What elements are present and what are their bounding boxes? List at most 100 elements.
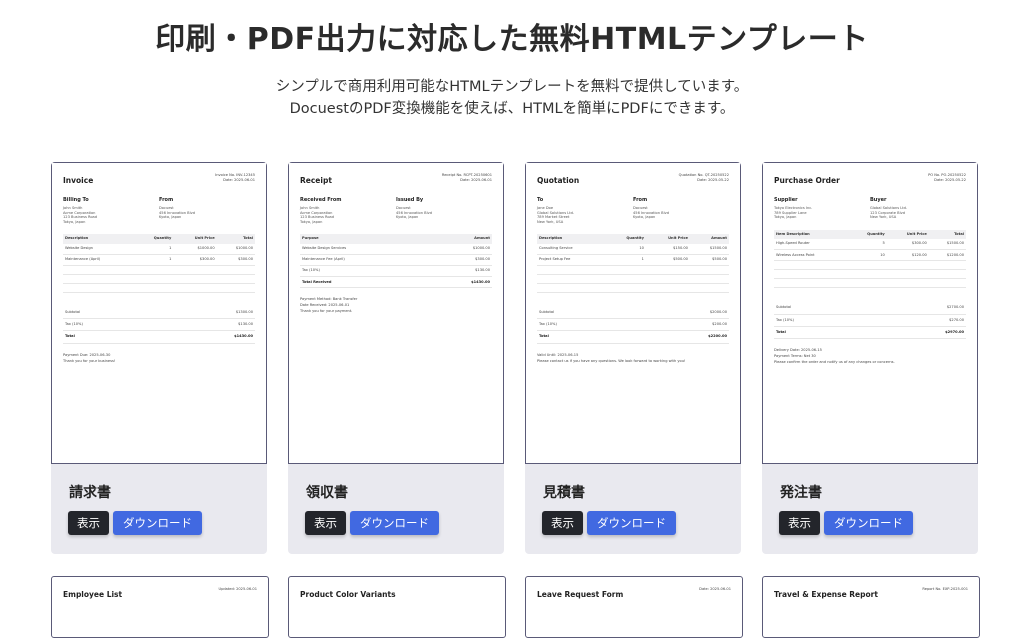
party-heading: Supplier [774,197,798,203]
doc-title: Product Color Variants [300,590,396,599]
table-row: Consulting Service 10 $150.00 $1500.00 [537,243,729,255]
column-header: Unit Price [173,234,217,244]
column-header: Description [63,234,135,244]
view-button[interactable]: 表示 [542,511,583,535]
table-row-empty [63,265,255,275]
table-row-total: Total Received $1430.00 [300,276,492,289]
column-header: Amount [689,234,729,244]
doc-meta: Updated: 2025-06-01 [218,587,257,591]
column-header: Unit Price [645,234,690,244]
party-address: Global Solutions Ltd. 123 Corporate Blvd… [870,206,908,220]
template-card-purchase-order: Purchase Order PO No. PO-20250522 Date: … [762,162,978,554]
table-row: Wireless Access Point 10 $120.00 $1200.00 [774,249,966,262]
doc-meta: Date: 2025-06-01 [699,587,731,591]
page-title: 印刷・PDF出力に対応した無料HTMLテンプレート [155,22,869,57]
download-button[interactable]: ダウンロード [587,511,676,535]
party-address: John Smith Acme Corporation 123 Business… [300,206,335,224]
template-card-travel-expense-report: Travel & Expense Report Report No. EXP-2… [762,576,980,638]
page-subtitle: シンプルで商用利用可能なHTMLテンプレートを無料で提供しています。 Docue… [0,76,1024,120]
line-items-table: Description Quantity Unit Price Total We… [63,234,255,293]
party-heading: Billing To [63,197,89,203]
party-heading: From [159,197,174,203]
doc-meta: Quotation No. QT-20250522 Date: 2025-05-… [679,173,729,183]
party-address: Tokyo Electronics Inc. 789 Supplier Lane… [774,206,813,220]
doc-notes: Payment Method: Bank Transfer Date Recei… [300,297,358,314]
doc-date: Date: 2025-06-01 [223,177,255,182]
doc-meta: PO No. PO-20250522 Date: 2025-05-22 [928,173,966,183]
doc-title: Purchase Order [774,176,840,185]
download-button[interactable]: ダウンロード [824,511,913,535]
card-title: 発注書 [780,485,822,501]
party-heading: From [633,197,648,203]
party-address: Jane Doe Global Solutions Ltd. 789 Marke… [537,206,575,224]
doc-date: Date: 2025-05-22 [934,177,966,182]
document-preview: Invoice Invoice No. INV-12345 Date: 2025… [51,162,267,464]
download-button[interactable]: ダウンロード [350,511,439,535]
column-header: Quantity [606,234,646,244]
doc-date: Date: 2025-06-01 [460,177,492,182]
doc-meta: Receipt No. RCPT-20250601 Date: 2025-06-… [442,173,492,183]
table-row: Project Setup Fee 1 $500.00 $500.00 [537,254,729,266]
table-row-empty [537,283,729,293]
subtitle-line-2: DocuestのPDF変換機能を使えば、HTMLを簡単にPDFにできます。 [289,101,735,117]
doc-notes: Payment Due: 2025-06-30 Thank you for yo… [63,352,116,363]
download-button[interactable]: ダウンロード [113,511,202,535]
table-row-empty [537,265,729,275]
table-row: Maintenance Fee (April) $300.00 [300,254,492,266]
column-header: Item Description [774,229,849,239]
table-row: Maintenance (April) 1 $300.00 $300.00 [63,254,255,266]
table-row-empty [774,269,966,280]
party-address: Docuest 456 Innovation Blvd Kyoto, Japan [396,206,433,220]
doc-date: Date: 2025-05-22 [697,177,729,182]
table-row: High-Speed Router 5 $300.00 $1500.00 [774,238,966,251]
doc-title: Leave Request Form [537,590,624,599]
document-preview: Receipt Receipt No. RCPT-20250601 Date: … [288,162,504,464]
party-heading: Received From [300,197,342,203]
table-row-empty [537,274,729,284]
card-title: 領収書 [306,485,348,501]
totals: Subtotal $2000.00 Tax (10%) $200.00 Total $… [537,307,729,344]
party-address: Docuest 456 Innovation Blvd Kyoto, Japan [159,206,196,220]
template-card-leave-request-form: Leave Request Form Date: 2025-06-01 [525,576,743,638]
column-header: Total [928,229,966,239]
party-address: John Smith Acme Corporation 123 Business… [63,206,98,224]
column-header: Unit Price [886,229,929,239]
party-heading: Issued By [396,197,424,203]
party-heading: To [537,197,544,203]
doc-meta: Invoice No. INV-12345 Date: 2025-06-01 [215,173,255,183]
column-header: Quantity [134,234,174,244]
table-row: Website Design Services $1000.00 [300,243,492,255]
doc-notes: Delivery Date: 2025-06-15 Payment Terms:… [774,348,895,364]
view-button[interactable]: 表示 [779,511,820,535]
view-button[interactable]: 表示 [305,511,346,535]
table-row-empty [774,260,966,271]
line-items-table: Description Quantity Unit Price Amount C… [537,234,729,293]
table-row: Tax (10%) $130.00 [300,265,492,278]
table-row-empty [63,283,255,293]
view-button[interactable]: 表示 [68,511,109,535]
line-items-table: Item Description Quantity Unit Price Tot… [774,229,966,289]
doc-title: Employee List [63,590,123,599]
template-card-invoice: Invoice Invoice No. INV-12345 Date: 2025… [51,162,267,554]
table-row-empty [63,274,255,284]
template-card-product-color-variants: Product Color Variants [288,576,506,638]
card-title: 請求書 [69,485,111,501]
doc-title: Receipt [300,176,332,185]
doc-title: Invoice [63,176,94,185]
doc-meta: Report No. EXP-2025-001 [922,587,968,591]
column-header: Amount [430,234,492,244]
line-items-table: Purpose Amount Website Design Services $1… [300,234,492,289]
column-header: Description [537,234,607,244]
template-card-quotation: Quotation Quotation No. QT-20250522 Date… [525,162,741,554]
totals: Subtotal $1300.00 Tax (10%) $130.00 Total $… [63,307,255,344]
table-row-empty [774,278,966,289]
table-row: Website Design 1 $1000.00 $1000.00 [63,243,255,255]
party-address: Docuest 456 Innovation Blvd Kyoto, Japan [633,206,670,220]
doc-notes: Valid Until: 2025-06-15 Please contact u… [537,352,686,363]
document-preview: Quotation Quotation No. QT-20250522 Date… [525,162,741,464]
doc-title: Quotation [537,176,580,185]
column-header: Quantity [848,229,887,239]
template-card-employee-list: Employee List Updated: 2025-06-01 [51,576,269,638]
party-heading: Buyer [870,197,887,203]
document-preview: Purchase Order PO No. PO-20250522 Date: … [762,162,978,464]
